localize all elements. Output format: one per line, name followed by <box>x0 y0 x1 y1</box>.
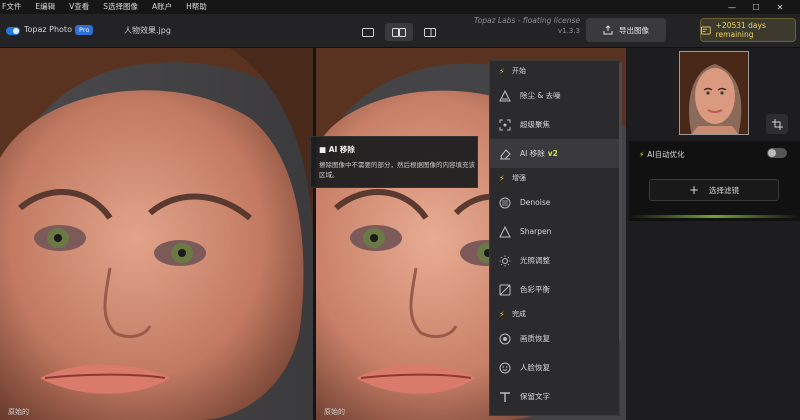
close-icon: ✕ <box>776 2 784 12</box>
face-icon <box>499 362 511 374</box>
portrait-original <box>0 48 313 420</box>
ai-remove-tooltip: ■ AI 移除 擦除图像中不需要的部分，然后根据图像的内容填充该区域。 <box>310 136 478 188</box>
menu-item-label: 光照调整 <box>520 256 550 265</box>
image-thumbnail[interactable] <box>679 51 749 135</box>
ai-auto-optimize-toggle[interactable] <box>767 148 787 158</box>
denoise-icon <box>499 197 511 209</box>
menu-scrollbar[interactable] <box>619 62 622 342</box>
menu-item-ai-remove[interactable]: AI 移除 v2 <box>490 139 619 168</box>
tooltip-title: ■ AI 移除 <box>319 144 355 155</box>
menu-item-dust-denoise[interactable]: 除尘 & 去噪 <box>490 81 619 110</box>
version-text: v1.3.3 <box>558 27 580 35</box>
original-caption: 原始的 <box>8 408 29 416</box>
plus-icon: + <box>688 183 700 197</box>
days-remaining-text: +20531 days remaining <box>715 21 766 39</box>
add-filter-label: 选择滤镜 <box>709 185 740 195</box>
menu-section-enhance: ⚡ 增强 <box>490 168 619 188</box>
thumbnail-portrait <box>680 52 748 134</box>
license-text: Topaz Labs - floating license <box>474 16 580 25</box>
menu-item-label: 保留文字 <box>520 392 550 401</box>
single-view-button[interactable] <box>354 23 382 41</box>
focus-icon <box>499 119 511 131</box>
days-remaining-button[interactable]: +20531 days remaining <box>700 18 796 42</box>
compare-view-icon <box>424 27 436 37</box>
processed-caption: 原始的 <box>324 408 345 416</box>
menu-item-color-balance[interactable]: 色彩平衡 <box>490 275 619 304</box>
bolt-icon: ⚡ <box>499 173 505 183</box>
menu-item-label: 色彩平衡 <box>520 285 550 294</box>
tooltip-title-text: AI 移除 <box>328 145 355 154</box>
restore-icon <box>499 333 511 345</box>
menu-section-finish: ⚡ 完成 <box>490 304 619 324</box>
eraser-icon <box>499 148 511 160</box>
filter-menu: ⚡ 开始 除尘 & 去噪 超级聚焦 AI 移除 v2 ⚡ 增强 Denoise S… <box>489 60 620 416</box>
menu-item-denoise[interactable]: Denoise <box>490 188 619 217</box>
license-card-icon <box>701 26 711 34</box>
menu-item-preserve-text[interactable]: 保留文字 <box>490 382 619 411</box>
close-window-button[interactable]: ✕ <box>760 0 800 14</box>
minimize-icon: — <box>728 2 736 12</box>
menu-item-light-adjust[interactable]: 光照调整 <box>490 246 619 275</box>
menu-item-sharpen[interactable]: Sharpen <box>490 217 619 246</box>
menu-account[interactable]: A账户 <box>145 0 179 14</box>
menu-item-label: 画质恢复 <box>520 334 550 343</box>
menu-bar: F文件 E编辑 V查看 S选择图像 A账户 H帮助 <box>0 0 800 14</box>
add-filter-button[interactable]: + 选择滤镜 <box>649 179 779 201</box>
menu-item-face-restore[interactable]: 人脸恢复 <box>490 353 619 382</box>
triangle-blur-icon <box>499 89 511 102</box>
top-toolbar: Topaz Photo Pro 人物效果.jpg <box>0 14 800 48</box>
menu-section-label: 完成 <box>512 310 526 318</box>
text-icon <box>499 391 511 403</box>
app-name: Topaz Photo <box>24 25 72 34</box>
tooltip-body: 擦除图像中不需要的部分，然后根据图像的内容填充该区域。 <box>319 161 475 179</box>
square-bullet-icon: ■ <box>319 145 327 154</box>
menu-section-label: 增强 <box>512 174 526 182</box>
menu-item-label: 人脸恢复 <box>520 363 550 372</box>
bolt-icon: ⚡ <box>499 309 505 319</box>
maximize-icon: ☐ <box>752 2 760 12</box>
export-icon <box>603 25 613 35</box>
menu-edit[interactable]: E编辑 <box>28 0 62 14</box>
pro-badge: Pro <box>75 25 94 35</box>
light-icon <box>499 255 511 267</box>
color-balance-icon <box>499 284 511 296</box>
single-view-icon <box>362 27 374 37</box>
ai-auto-optimize-label: ⚡ AI自动优化 <box>639 150 685 159</box>
menu-item-label: Sharpen <box>520 227 552 236</box>
bolt-icon: ⚡ <box>639 150 645 159</box>
menu-item-label: 除尘 & 去噪 <box>520 91 561 100</box>
sharpen-icon <box>499 225 511 238</box>
panel-glow-divider <box>629 215 800 218</box>
menu-item-label: Denoise <box>520 198 551 207</box>
split-view-button[interactable] <box>385 23 413 41</box>
crop-button[interactable] <box>766 114 788 134</box>
menu-item-super-focus[interactable]: 超级聚焦 <box>490 110 619 139</box>
menu-view[interactable]: V查看 <box>62 0 96 14</box>
crop-icon <box>771 118 783 130</box>
version-badge: v2 <box>547 149 558 158</box>
menu-help[interactable]: H帮助 <box>179 0 214 14</box>
file-name: 人物效果.jpg <box>124 26 171 35</box>
export-image-button[interactable]: 导出图像 <box>586 18 666 42</box>
menu-section-start: ⚡ 开始 <box>490 61 619 81</box>
menu-select-image[interactable]: S选择图像 <box>96 0 145 14</box>
split-view-icon <box>392 27 406 37</box>
menu-section-label: 开始 <box>512 67 526 75</box>
menu-item-label: AI 移除 v2 <box>520 149 558 158</box>
bolt-icon: ⚡ <box>499 66 505 76</box>
menu-item-label: 超级聚焦 <box>520 120 550 129</box>
app-logo-icon <box>6 27 20 35</box>
original-image-panel[interactable]: 原始的 <box>0 48 313 420</box>
menu-item-quality-restore[interactable]: 画质恢复 <box>490 324 619 353</box>
menu-file[interactable]: F文件 <box>0 0 28 14</box>
side-by-side-view-button[interactable] <box>416 23 444 41</box>
filters-panel: ⚡ AI自动优化 + 选择滤镜 <box>629 141 800 221</box>
export-label: 导出图像 <box>619 25 649 35</box>
